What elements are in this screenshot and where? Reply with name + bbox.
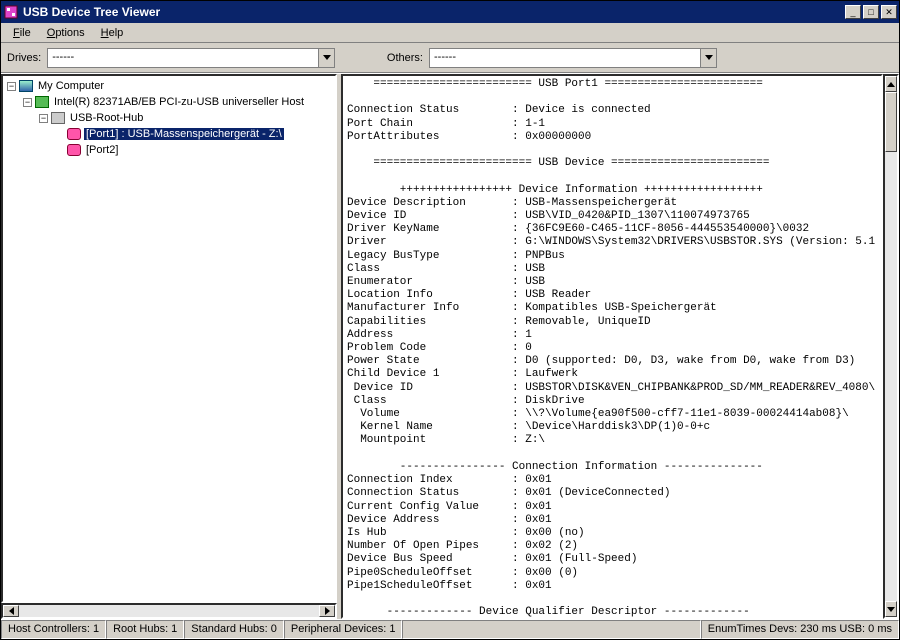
others-combo[interactable]: ------ <box>429 48 717 68</box>
status-standard-hubs: Standard Hubs: 0 <box>184 620 284 639</box>
chevron-down-icon <box>705 55 713 60</box>
menu-file-label: ile <box>20 27 31 39</box>
tree-label: USB-Root-Hub <box>68 112 145 124</box>
status-enum-times: EnumTimes Devs: 230 ms USB: 0 ms <box>701 620 899 639</box>
app-window: USB Device Tree Viewer _ □ ✕ File Option… <box>0 0 900 640</box>
tree-node-computer[interactable]: My Computer Intel(R) 82371AB/EB PCI-zu-U… <box>7 78 333 158</box>
menu-bar: File Options Help <box>1 23 899 43</box>
main-area: My Computer Intel(R) 82371AB/EB PCI-zu-U… <box>1 73 899 619</box>
window-buttons: _ □ ✕ <box>845 5 897 19</box>
tree-node-host-controller[interactable]: Intel(R) 82371AB/EB PCI-zu-USB universel… <box>23 94 333 158</box>
drives-label: Drives: <box>7 52 41 64</box>
device-tree[interactable]: My Computer Intel(R) 82371AB/EB PCI-zu-U… <box>1 74 337 603</box>
tree-label: My Computer <box>36 80 106 92</box>
window-title: USB Device Tree Viewer <box>23 5 845 19</box>
others-label: Others: <box>387 52 423 64</box>
status-spacer <box>402 620 700 639</box>
scroll-up-button[interactable] <box>885 76 897 92</box>
usb-device-icon <box>67 128 81 140</box>
status-root-hubs: Root Hubs: 1 <box>106 620 184 639</box>
tree-hscrollbar[interactable] <box>1 603 337 619</box>
scroll-track[interactable] <box>885 152 897 601</box>
scroll-thumb[interactable] <box>885 92 897 152</box>
minimize-button[interactable]: _ <box>845 5 861 19</box>
menu-options-label: ptions <box>55 27 84 39</box>
menu-file[interactable]: File <box>5 25 39 41</box>
expand-toggle[interactable] <box>39 114 48 123</box>
close-button[interactable]: ✕ <box>881 5 897 19</box>
host-controller-icon <box>35 96 49 108</box>
tree-label: Intel(R) 82371AB/EB PCI-zu-USB universel… <box>52 96 306 108</box>
tree-panel: My Computer Intel(R) 82371AB/EB PCI-zu-U… <box>1 74 337 619</box>
others-combo-button[interactable] <box>700 49 716 67</box>
maximize-button[interactable]: □ <box>863 5 879 19</box>
drives-combo[interactable]: ------ <box>47 48 335 68</box>
filter-bar: Drives: ------ Others: ------ <box>1 43 899 73</box>
drives-combo-value: ------ <box>48 49 318 67</box>
tree-node-port1[interactable]: [Port1] : USB-Massenspeichergerät - Z:\ <box>55 126 333 142</box>
scroll-down-button[interactable] <box>885 601 897 617</box>
expand-toggle[interactable] <box>23 98 32 107</box>
usb-port-icon <box>67 144 81 156</box>
detail-text[interactable]: ======================== USB Port1 =====… <box>341 74 883 619</box>
triangle-right-icon <box>325 607 330 615</box>
status-peripheral-devices: Peripheral Devices: 1 <box>284 620 403 639</box>
tree-node-port2[interactable]: [Port2] <box>55 142 333 158</box>
menu-help[interactable]: Help <box>93 25 132 41</box>
scroll-right-button[interactable] <box>319 605 335 617</box>
computer-icon <box>19 80 33 92</box>
triangle-up-icon <box>887 82 895 87</box>
expand-toggle[interactable] <box>7 82 16 91</box>
triangle-down-icon <box>887 607 895 612</box>
scroll-track[interactable] <box>19 605 319 617</box>
drives-combo-button[interactable] <box>318 49 334 67</box>
title-bar: USB Device Tree Viewer _ □ ✕ <box>1 1 899 23</box>
chevron-down-icon <box>323 55 331 60</box>
menu-help-label: elp <box>109 27 124 39</box>
tree-label: [Port1] : USB-Massenspeichergerät - Z:\ <box>84 128 284 140</box>
detail-vscrollbar[interactable] <box>883 74 899 619</box>
app-icon <box>3 4 19 20</box>
triangle-left-icon <box>9 607 14 615</box>
detail-panel: ======================== USB Port1 =====… <box>341 74 899 619</box>
tree-label: [Port2] <box>84 144 120 156</box>
tree-node-root-hub[interactable]: USB-Root-Hub [Port1] : USB-Massenspeiche… <box>39 110 333 158</box>
scroll-left-button[interactable] <box>3 605 19 617</box>
root-hub-icon <box>51 112 65 124</box>
others-combo-value: ------ <box>430 49 700 67</box>
status-host-controllers: Host Controllers: 1 <box>1 620 106 639</box>
menu-options[interactable]: Options <box>39 25 93 41</box>
status-bar: Host Controllers: 1 Root Hubs: 1 Standar… <box>1 619 899 639</box>
